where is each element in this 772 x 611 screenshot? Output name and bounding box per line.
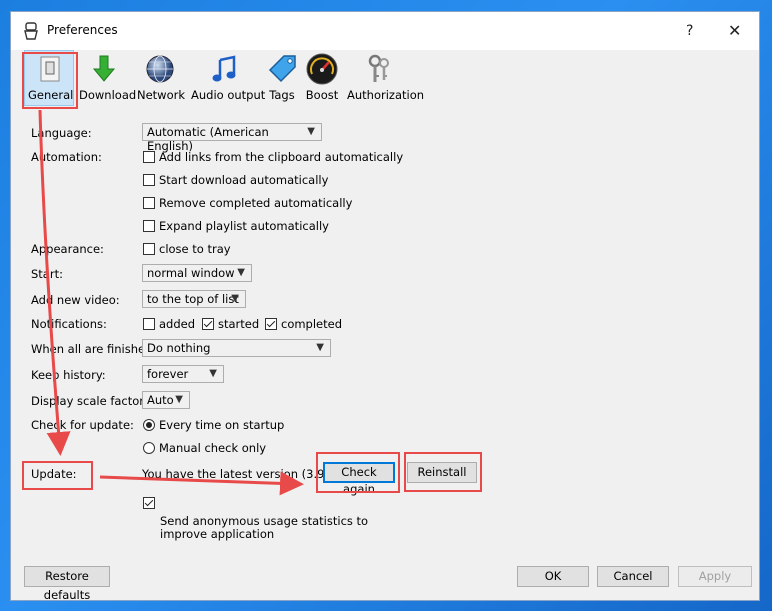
preferences-window: Preferences ? ✕ General Download Network… [10, 11, 760, 602]
app-icon [24, 22, 38, 40]
auto-remove-checkbox[interactable] [143, 197, 155, 209]
when-finished-select[interactable]: Do nothing ▼ [142, 339, 331, 357]
chevron-down-icon: ▼ [316, 342, 324, 353]
restore-defaults-button[interactable]: Restore defaults [24, 566, 110, 602]
auto-expand-checkbox[interactable] [143, 220, 155, 232]
when-finished-value: Do nothing [147, 341, 211, 355]
notify-added-checkbox[interactable] [143, 318, 155, 330]
notify-completed-checkbox[interactable] [265, 318, 277, 330]
tab-general[interactable]: General [24, 50, 74, 106]
usage-stats-line2: improve application [160, 527, 275, 541]
notify-started-label: started [218, 317, 260, 331]
language-select[interactable]: Automatic (American English) ▼ [142, 123, 322, 153]
tab-boost-label: Boost [305, 88, 339, 102]
usage-stats-line1: Send anonymous usage statistics to [160, 514, 369, 528]
start-label: Start: [31, 267, 63, 281]
tab-network[interactable]: Network [137, 52, 186, 102]
auto-start-checkbox[interactable] [143, 174, 155, 186]
check-again-button[interactable]: Check again [323, 462, 395, 496]
auto-start-label: Start download automatically [159, 173, 329, 187]
music-note-icon [207, 52, 241, 86]
chevron-down-icon: ▼ [175, 394, 183, 405]
auto-expand-label: Expand playlist automatically [159, 219, 329, 233]
scale-label: Display scale factor: [31, 394, 148, 408]
keep-history-label: Keep history: [31, 368, 106, 382]
notifications-label: Notifications: [31, 317, 107, 331]
tab-download[interactable]: Download [79, 52, 137, 102]
tab-audio-output[interactable]: Audio output [191, 52, 266, 102]
ok-button[interactable]: OK [517, 566, 589, 587]
close-to-tray-checkbox[interactable] [143, 243, 155, 255]
keep-history-value: forever [147, 367, 189, 381]
apply-button[interactable]: Apply [678, 566, 752, 587]
tab-download-label: Download [79, 88, 137, 102]
chevron-down-icon: ▼ [307, 126, 315, 137]
auto-remove-label: Remove completed automatically [159, 196, 353, 210]
tab-authorization[interactable]: Authorization [347, 52, 425, 102]
chevron-down-icon: ▼ [237, 267, 245, 278]
notify-started-checkbox[interactable] [202, 318, 214, 330]
when-finished-label: When all are finished: [31, 342, 157, 356]
add-new-video-value: to the top of list [147, 292, 239, 306]
close-button[interactable]: ✕ [728, 21, 741, 40]
update-label: Update: [31, 467, 77, 481]
update-status-text: You have the latest version (3.9.19) [142, 467, 348, 481]
update-startup-radio[interactable] [143, 419, 155, 431]
window-title: Preferences [47, 23, 118, 37]
auto-clipboard-label: Add links from the clipboard automatical… [159, 150, 404, 164]
check-update-label: Check for update: [31, 418, 134, 432]
chevron-down-icon: ▼ [209, 368, 217, 379]
keys-icon [362, 52, 396, 86]
speedometer-icon [305, 52, 339, 86]
cancel-button[interactable]: Cancel [597, 566, 669, 587]
tab-general-label: General [28, 88, 74, 102]
add-new-video-label: Add new video: [31, 293, 120, 307]
tag-icon [265, 52, 299, 86]
scale-value: Auto [147, 393, 174, 407]
preferences-toolbar: General Download Network Audio output Ta… [11, 50, 759, 114]
tab-tags[interactable]: Tags [264, 52, 300, 102]
usage-stats-checkbox[interactable] [143, 497, 155, 509]
start-value: normal window [147, 266, 235, 280]
start-select[interactable]: normal window ▼ [142, 264, 252, 282]
auto-clipboard-checkbox[interactable] [143, 151, 155, 163]
notify-completed-label: completed [281, 317, 343, 331]
tab-authorization-label: Authorization [347, 88, 425, 102]
tab-tags-label: Tags [269, 88, 295, 102]
language-value: Automatic (American English) [147, 125, 269, 153]
globe-icon [143, 52, 177, 86]
download-arrow-icon [87, 52, 121, 86]
scale-select[interactable]: Auto ▼ [142, 391, 190, 409]
update-startup-label: Every time on startup [159, 418, 285, 432]
title-bar: Preferences ? ✕ [11, 12, 759, 50]
close-to-tray-label: close to tray [159, 242, 231, 256]
tab-audio-output-label: Audio output [191, 88, 266, 102]
chevron-down-icon: ▼ [231, 293, 239, 304]
tab-network-label: Network [137, 88, 186, 102]
automation-label: Automation: [31, 150, 102, 164]
add-new-video-select[interactable]: to the top of list ▼ [142, 290, 246, 308]
update-manual-label: Manual check only [159, 441, 267, 455]
notify-added-label: added [159, 317, 196, 331]
help-button[interactable]: ? [686, 23, 693, 39]
language-label: Language: [31, 126, 92, 140]
keep-history-select[interactable]: forever ▼ [142, 365, 224, 383]
update-manual-radio[interactable] [143, 442, 155, 454]
appearance-label: Appearance: [31, 242, 104, 256]
tab-boost[interactable]: Boost [303, 52, 341, 102]
general-switch-icon [33, 52, 67, 86]
reinstall-button[interactable]: Reinstall [407, 462, 477, 483]
